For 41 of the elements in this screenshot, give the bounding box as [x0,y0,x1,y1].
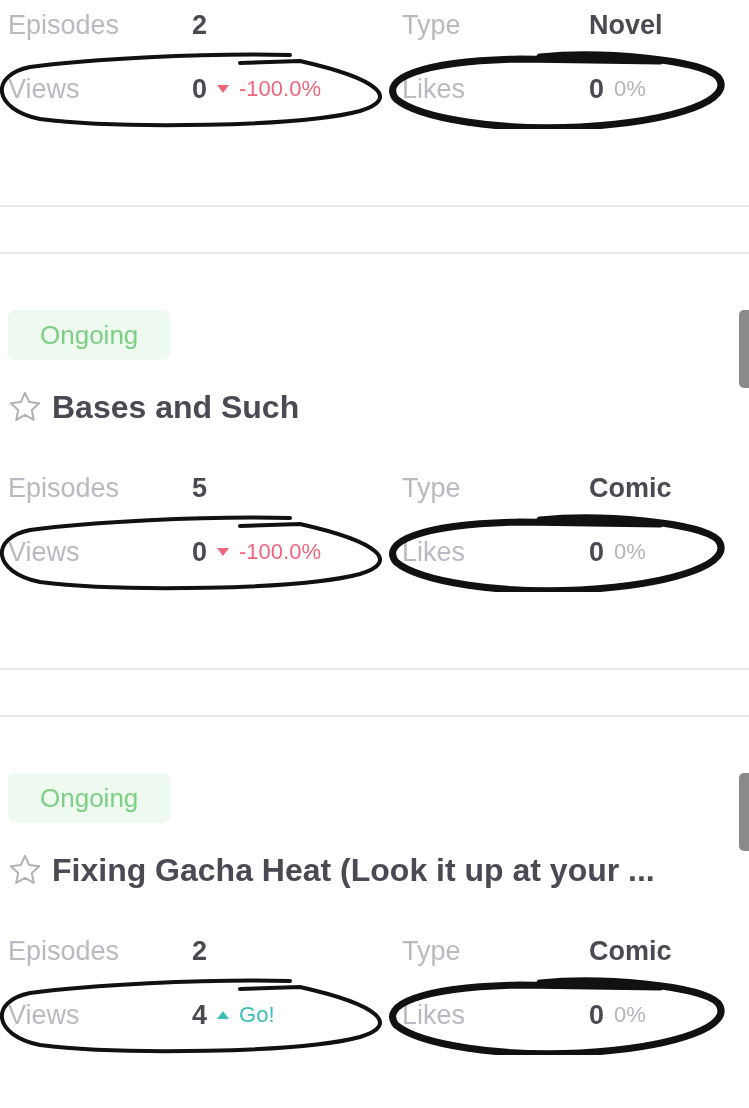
stat-value: 2 [192,9,209,41]
series-title[interactable]: Fixing Gacha Heat (Look it up at your ... [52,851,655,889]
down-triangle-icon [217,85,230,93]
stat-value: 0 [589,999,605,1031]
stat-value: 2 [192,935,209,967]
status-badge: Ongoing [8,773,171,823]
stat-label: Type [402,472,462,504]
stat-label: Views [8,73,81,105]
star-icon[interactable] [8,390,42,424]
stat-value: 5 [192,472,209,504]
status-badge: Ongoing [8,310,171,360]
stat-value: Comic [589,935,673,967]
change-percent: 0% [614,1002,646,1028]
stat-value: 0 [192,536,208,568]
stat-value: 0 [589,73,605,105]
stat-label: Type [402,935,462,967]
star-icon[interactable] [8,853,42,887]
change-percent: Go! [239,1002,275,1028]
change-percent: -100.0% [239,539,321,565]
stat-label: Likes [402,73,467,105]
stat-label: Episodes [8,472,121,504]
stat-value: 0 [589,536,605,568]
stat-label: Likes [402,999,467,1031]
scroll-handle[interactable] [739,773,749,851]
stat-label: Views [8,536,81,568]
down-triangle-icon [217,548,230,556]
stat-value: Novel [589,9,664,41]
stat-value: 4 [192,999,208,1031]
stat-value: Comic [589,472,673,504]
stat-label: Episodes [8,935,121,967]
up-triangle-icon [217,1011,230,1019]
change-percent: 0% [614,76,646,102]
stat-label: Episodes [8,9,121,41]
stat-label: Views [8,999,81,1031]
change-percent: -100.0% [239,76,321,102]
stat-label: Type [402,9,462,41]
stat-label: Likes [402,536,467,568]
change-percent: 0% [614,539,646,565]
scroll-handle[interactable] [739,310,749,388]
stat-value: 0 [192,73,208,105]
series-title[interactable]: Bases and Such [52,388,300,426]
